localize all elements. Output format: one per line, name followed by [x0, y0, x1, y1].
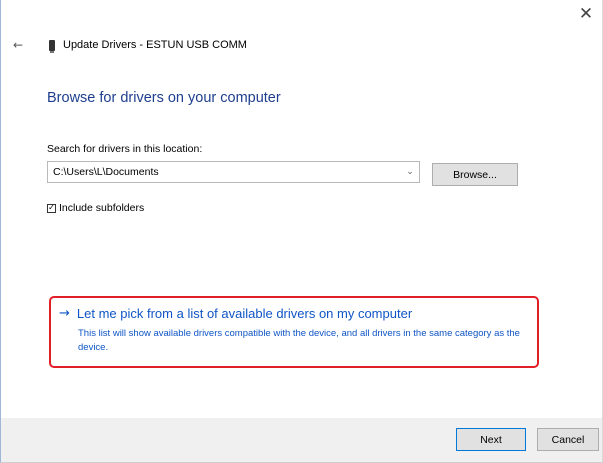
close-icon: ✕	[578, 4, 594, 24]
checkmark-icon: ✓	[48, 203, 55, 212]
pick-from-list-title-row[interactable]: → Let me pick from a list of available d…	[59, 306, 529, 321]
update-drivers-window: ✕ ← Update Drivers - ESTUN USB COMM Brow…	[0, 0, 603, 463]
usb-device-icon	[49, 39, 55, 53]
pick-from-list-link[interactable]: Let me pick from a list of available dri…	[77, 306, 412, 321]
back-arrow-icon[interactable]: ←	[13, 38, 33, 52]
cancel-button[interactable]: Cancel	[537, 428, 599, 451]
browse-button[interactable]: Browse...	[432, 163, 518, 186]
next-button[interactable]: Next	[456, 428, 526, 451]
include-subfolders-label: Include subfolders	[59, 202, 145, 214]
next-button-label: Next	[480, 433, 502, 446]
include-subfolders-checkbox[interactable]: ✓	[47, 203, 56, 213]
cancel-button-label: Cancel	[551, 433, 585, 446]
page-heading: Browse for drivers on your computer	[47, 90, 281, 106]
window-title: Update Drivers - ESTUN USB COMM	[63, 39, 247, 51]
search-location-combobox[interactable]: C:\Users\L\Documents ⌄	[47, 161, 420, 183]
close-button[interactable]: ✕	[572, 2, 600, 26]
arrow-right-icon: →	[59, 306, 70, 321]
dialog-footer: Next Cancel	[1, 418, 602, 462]
include-subfolders-option[interactable]: ✓ Include subfolders	[47, 202, 144, 214]
search-location-label: Search for drivers in this location:	[47, 143, 203, 155]
chevron-down-icon[interactable]: ⌄	[401, 167, 419, 177]
pick-from-list-option[interactable]: → Let me pick from a list of available d…	[49, 296, 539, 368]
window-header: ← Update Drivers - ESTUN USB COMM	[13, 38, 247, 53]
pick-from-list-description: This list will show available drivers co…	[78, 328, 520, 353]
search-location-value[interactable]: C:\Users\L\Documents	[48, 166, 401, 178]
browse-button-label: Browse...	[453, 168, 497, 181]
